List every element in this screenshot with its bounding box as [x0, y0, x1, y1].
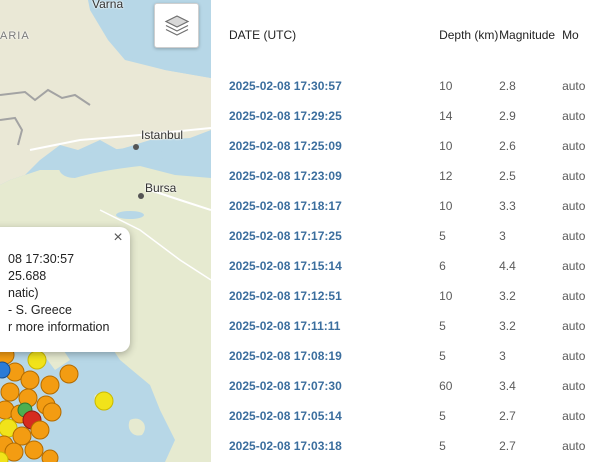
date-link[interactable]: 2025-02-08 17:29:25	[229, 101, 439, 131]
layers-button[interactable]	[154, 3, 199, 48]
date-link[interactable]: 2025-02-08 17:25:09	[229, 131, 439, 161]
magnitude-cell: 2.7	[499, 439, 516, 453]
depth-cell: 10	[439, 289, 453, 303]
magnitude-cell: 3.4	[499, 379, 516, 393]
magnitude-cell: 3	[499, 229, 506, 243]
earthquake-table-panel: DATE (UTC) Depth (km) Magnitude Mo 2025-…	[211, 0, 600, 462]
column-header-date[interactable]: DATE (UTC)	[229, 27, 439, 71]
quake-marker	[27, 350, 47, 370]
map-panel[interactable]: Varna ARIA Istanbul Bursa × 08 17:30:57 …	[0, 0, 211, 462]
mode-cell: auto	[562, 169, 586, 183]
earthquake-table: DATE (UTC) Depth (km) Magnitude Mo 2025-…	[229, 27, 600, 461]
depth-cell: 14	[439, 109, 453, 123]
date-link[interactable]: 2025-02-08 17:23:09	[229, 161, 439, 191]
table-row[interactable]: 2025-02-08 17:17:25 5 3 auto	[229, 221, 600, 251]
magnitude-cell: 3.3	[499, 199, 516, 213]
quake-marker	[0, 382, 20, 402]
depth-cell: 6	[439, 259, 446, 273]
column-header-depth[interactable]: Depth (km)	[439, 27, 499, 71]
date-link[interactable]: 2025-02-08 17:30:57	[229, 71, 439, 101]
quake-marker	[41, 449, 59, 462]
date-link[interactable]: 2025-02-08 17:17:25	[229, 221, 439, 251]
popup-time: 08 17:30:57	[8, 252, 75, 266]
date-link[interactable]: 2025-02-08 17:03:18	[229, 431, 439, 461]
magnitude-cell: 3.2	[499, 289, 516, 303]
table-row[interactable]: 2025-02-08 17:25:09 10 2.6 auto	[229, 131, 600, 161]
depth-cell: 60	[439, 379, 453, 393]
depth-cell: 5	[439, 409, 446, 423]
popup-mode: natic)	[8, 286, 39, 300]
mode-cell: auto	[562, 199, 586, 213]
popup-coordinates: 25.688	[8, 269, 47, 283]
table-row[interactable]: 2025-02-08 17:05:14 5 2.7 auto	[229, 401, 600, 431]
quake-marker	[20, 370, 40, 390]
earthquake-popup: × 08 17:30:57 25.688 natic) - S. Greece …	[0, 227, 130, 352]
table-header-row: DATE (UTC) Depth (km) Magnitude Mo	[229, 27, 600, 71]
magnitude-cell: 2.5	[499, 169, 516, 183]
table-row[interactable]: 2025-02-08 17:07:30 60 3.4 auto	[229, 371, 600, 401]
quake-marker	[59, 364, 79, 384]
date-link[interactable]: 2025-02-08 17:18:17	[229, 191, 439, 221]
table-row[interactable]: 2025-02-08 17:03:18 5 2.7 auto	[229, 431, 600, 461]
date-link[interactable]: 2025-02-08 17:15:14	[229, 251, 439, 281]
table-row[interactable]: 2025-02-08 17:08:19 5 3 auto	[229, 341, 600, 371]
table-row[interactable]: 2025-02-08 17:30:57 10 2.8 auto	[229, 71, 600, 101]
table-row[interactable]: 2025-02-08 17:23:09 12 2.5 auto	[229, 161, 600, 191]
mode-cell: auto	[562, 289, 586, 303]
mode-cell: auto	[562, 379, 586, 393]
mode-cell: auto	[562, 79, 586, 93]
mode-cell: auto	[562, 229, 586, 243]
magnitude-cell: 2.8	[499, 79, 516, 93]
depth-cell: 10	[439, 199, 453, 213]
magnitude-cell: 3.2	[499, 319, 516, 333]
table-row[interactable]: 2025-02-08 17:11:11 5 3.2 auto	[229, 311, 600, 341]
date-link[interactable]: 2025-02-08 17:11:11	[229, 311, 439, 341]
layers-icon	[164, 14, 189, 36]
mode-cell: auto	[562, 139, 586, 153]
depth-cell: 5	[439, 349, 446, 363]
table-row[interactable]: 2025-02-08 17:12:51 10 3.2 auto	[229, 281, 600, 311]
mode-cell: auto	[562, 439, 586, 453]
date-link[interactable]: 2025-02-08 17:05:14	[229, 401, 439, 431]
magnitude-cell: 4.4	[499, 259, 516, 273]
quake-marker	[30, 420, 50, 440]
close-icon[interactable]: ×	[111, 229, 125, 247]
mode-cell: auto	[562, 319, 586, 333]
mode-cell: auto	[562, 409, 586, 423]
quake-marker	[12, 426, 32, 446]
quake-marker	[24, 440, 44, 460]
mode-cell: auto	[562, 109, 586, 123]
mode-cell: auto	[562, 349, 586, 363]
date-link[interactable]: 2025-02-08 17:08:19	[229, 341, 439, 371]
depth-cell: 5	[439, 439, 446, 453]
depth-cell: 12	[439, 169, 453, 183]
date-link[interactable]: 2025-02-08 17:12:51	[229, 281, 439, 311]
table-row[interactable]: 2025-02-08 17:15:14 6 4.4 auto	[229, 251, 600, 281]
magnitude-cell: 2.9	[499, 109, 516, 123]
date-link[interactable]: 2025-02-08 17:07:30	[229, 371, 439, 401]
mode-cell: auto	[562, 259, 586, 273]
popup-more-info-link[interactable]: r more information	[0, 319, 122, 336]
table-row[interactable]: 2025-02-08 17:18:17 10 3.3 auto	[229, 191, 600, 221]
depth-cell: 5	[439, 319, 446, 333]
quake-marker	[40, 375, 60, 395]
magnitude-cell: 3	[499, 349, 506, 363]
popup-region: - S. Greece	[8, 303, 72, 317]
quake-marker	[94, 391, 114, 411]
depth-cell: 10	[439, 79, 453, 93]
magnitude-cell: 2.6	[499, 139, 516, 153]
column-header-magnitude[interactable]: Magnitude	[499, 27, 562, 71]
column-header-mode[interactable]: Mo	[562, 27, 600, 71]
table-row[interactable]: 2025-02-08 17:29:25 14 2.9 auto	[229, 101, 600, 131]
magnitude-cell: 2.7	[499, 409, 516, 423]
depth-cell: 10	[439, 139, 453, 153]
quake-marker	[42, 402, 62, 422]
depth-cell: 5	[439, 229, 446, 243]
